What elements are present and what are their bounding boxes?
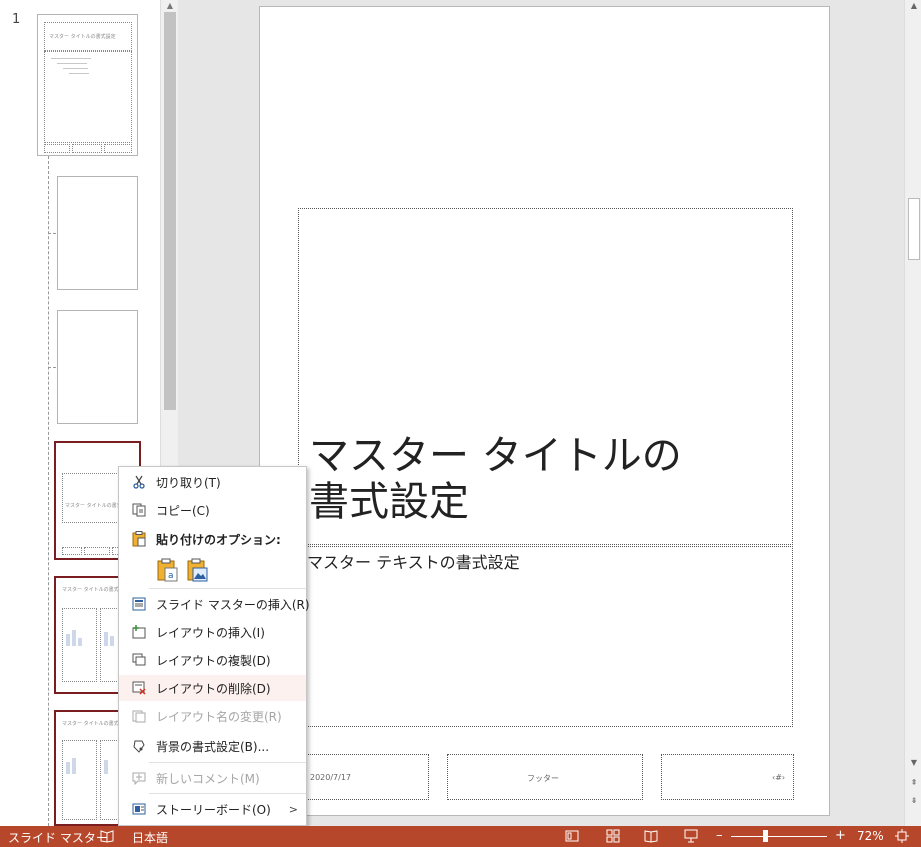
fit-to-window-icon[interactable] — [895, 829, 909, 843]
menu-label: 背景の書式設定(B)... — [156, 739, 270, 754]
title-text[interactable]: マスター タイトルの 書式設定 — [309, 433, 789, 525]
footer-text: フッター — [527, 774, 559, 783]
zoom-in-icon[interactable]: + — [835, 828, 846, 843]
thumb-number-placeholder — [104, 144, 132, 153]
language-label[interactable]: 日本語 — [132, 829, 168, 846]
scissors-icon — [131, 474, 147, 490]
date-placeholder[interactable]: 2020/7/17 — [305, 754, 429, 800]
tree-connector — [48, 233, 56, 234]
insert-layout-icon — [131, 624, 147, 640]
format-background-icon — [131, 738, 147, 754]
paste-keep-text-icon[interactable]: a — [156, 558, 178, 582]
thumb-footer-placeholder — [72, 144, 102, 153]
duplicate-layout-icon — [131, 652, 147, 668]
previous-slide-icon[interactable]: ⇞ — [908, 777, 920, 789]
thumb-content-left — [62, 740, 97, 820]
menu-item-copy[interactable]: コピー(C) — [119, 497, 306, 523]
svg-text:a: a — [168, 571, 174, 581]
comment-icon — [131, 770, 147, 786]
slide-master-canvas: マスター タイトルの 書式設定 マスター テキストの書式設定 2020/7/17… — [259, 6, 830, 816]
menu-label: レイアウトの挿入(I) — [156, 625, 265, 640]
menu-label: 新しいコメント(M) — [156, 771, 260, 786]
master-slide-thumbnail[interactable]: マスター タイトルの書式設定 — [37, 14, 138, 156]
menu-label: 切り取り(T) — [156, 475, 221, 490]
menu-separator — [149, 793, 306, 794]
menu-label: 貼り付けのオプション: — [156, 532, 281, 547]
menu-item-storyboard[interactable]: ストーリーボード(O) > — [119, 796, 306, 822]
view-mode-label: スライド マスター — [8, 831, 108, 845]
slideshow-icon[interactable] — [684, 829, 698, 843]
tree-connector — [48, 367, 56, 368]
layout-thumbnail[interactable] — [57, 310, 138, 424]
menu-separator — [149, 762, 306, 763]
thumb-body-placeholder — [44, 51, 132, 143]
scroll-down-icon[interactable]: ▼ — [908, 757, 920, 769]
menu-label: レイアウトの削除(D) — [156, 681, 271, 696]
title-line-2: 書式設定 — [309, 479, 469, 525]
menu-label: ストーリーボード(O) — [156, 802, 271, 817]
clipboard-icon — [131, 531, 147, 547]
zoom-slider-handle[interactable] — [763, 830, 768, 842]
scroll-up-icon[interactable]: ▲ — [164, 0, 176, 12]
scrollbar-thumb[interactable] — [164, 12, 176, 410]
menu-item-insert-layout[interactable]: レイアウトの挿入(I) — [119, 619, 306, 645]
slide-number: 1 — [12, 12, 21, 27]
insert-master-icon — [131, 596, 147, 612]
tree-connector — [48, 156, 49, 826]
menu-label: レイアウト名の変更(R) — [156, 709, 282, 724]
context-menu: 切り取り(T) コピー(C) 貼り付けのオプション: a スライド マスターの挿… — [118, 466, 310, 826]
menu-label: スライド マスターの挿入(R) — [156, 597, 310, 612]
rename-layout-icon — [131, 708, 147, 724]
menu-item-cut[interactable]: 切り取り(T) — [119, 469, 306, 495]
reading-view-icon[interactable] — [644, 829, 658, 843]
slide-number-placeholder[interactable]: ‹#› — [661, 754, 794, 800]
storyboard-icon — [131, 801, 147, 817]
footer-placeholder[interactable]: フッター — [447, 754, 643, 800]
thumb-footer-placeholder — [84, 547, 110, 555]
thumb-title-text: マスター タイトルの書式設定 — [49, 34, 116, 40]
layout-thumbnail[interactable] — [57, 176, 138, 290]
menu-item-rename-layout[interactable]: レイアウト名の変更(R) — [119, 703, 306, 729]
date-text: 2020/7/17 — [310, 773, 352, 782]
status-bar: スライド マスター 日本語 – + 72% — [0, 826, 921, 847]
paste-picture-icon[interactable] — [186, 558, 208, 582]
title-placeholder[interactable]: マスター タイトルの 書式設定 — [298, 208, 793, 545]
menu-label: レイアウトの複製(D) — [156, 653, 271, 668]
menu-item-insert-slide-master[interactable]: スライド マスターの挿入(R) — [119, 591, 310, 617]
body-text[interactable]: マスター テキストの書式設定 — [307, 549, 520, 573]
scrollbar-thumb[interactable] — [908, 198, 920, 260]
zoom-level[interactable]: 72% — [857, 829, 884, 843]
chevron-right-icon: > — [288, 802, 298, 816]
menu-item-format-background[interactable]: 背景の書式設定(B)... — [119, 733, 306, 759]
slide-sorter-icon[interactable] — [606, 829, 620, 843]
menu-item-delete-layout[interactable]: レイアウトの削除(D) — [119, 675, 306, 701]
editor-scrollbar[interactable]: ▲ ▼ ⇞ ⇟ — [904, 0, 921, 826]
thumb-date-placeholder — [62, 547, 82, 555]
title-line-1: マスター タイトルの — [309, 433, 682, 479]
slide-number-text: ‹#› — [772, 773, 786, 782]
copy-icon — [131, 502, 147, 518]
menu-item-duplicate-layout[interactable]: レイアウトの複製(D) — [119, 647, 306, 673]
menu-separator — [149, 588, 306, 589]
spell-check-icon[interactable] — [100, 829, 114, 843]
thumb-title-placeholder: マスター タイトルの書式設定 — [44, 22, 132, 51]
powerpoint-window: 1 マスター タイトルの書式設定 マスター タイトルの書式設定 マスター タイト… — [0, 0, 921, 847]
menu-item-paste-options: 貼り付けのオプション: — [119, 526, 306, 552]
zoom-out-icon[interactable]: – — [716, 828, 723, 843]
zoom-slider[interactable] — [731, 836, 827, 837]
body-placeholder[interactable]: マスター テキストの書式設定 — [298, 546, 793, 727]
menu-label: コピー(C) — [156, 503, 210, 518]
scroll-up-icon[interactable]: ▲ — [908, 0, 920, 12]
next-slide-icon[interactable]: ⇟ — [908, 795, 920, 807]
menu-item-new-comment[interactable]: 新しいコメント(M) — [119, 765, 306, 791]
thumb-date-placeholder — [44, 144, 70, 153]
normal-view-icon[interactable] — [565, 829, 579, 843]
delete-layout-icon — [131, 680, 147, 696]
